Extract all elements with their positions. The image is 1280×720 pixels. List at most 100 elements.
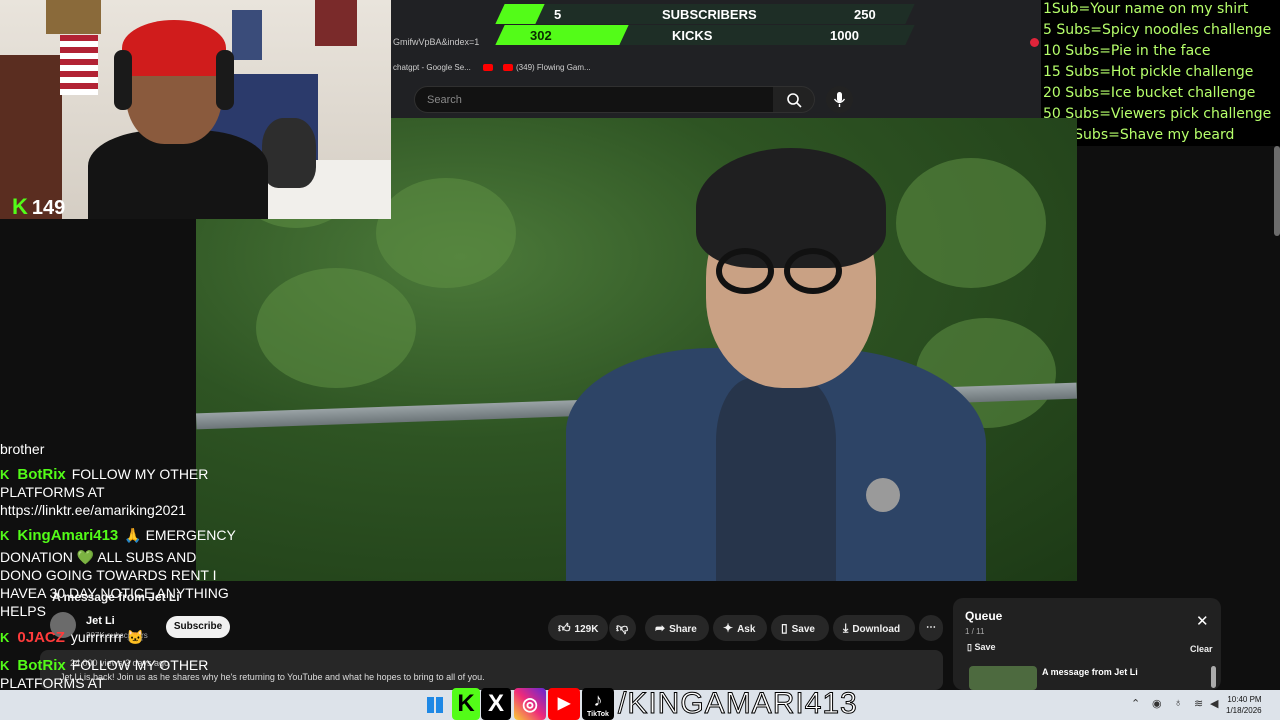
more-icon: ⋯ — [926, 622, 936, 633]
chat-overlay: brother K BotRix FOLLOW MY OTHER PLATFORMS A… — [0, 440, 270, 709]
close-icon[interactable]: ✕ — [1196, 612, 1209, 630]
queue-clear-button[interactable]: Clear — [1190, 644, 1213, 654]
subscribers-label: SUBSCRIBERS — [662, 7, 757, 22]
stream-goals: 5 SUBSCRIBERS 250 302 KICKS 1000 — [495, 2, 915, 46]
wifi-icon[interactable]: ≋ — [1194, 697, 1203, 710]
chat-message-line: K BotRix FOLLOW MY OTHER — [0, 465, 208, 484]
chat-message-line: brother — [0, 440, 44, 458]
chat-text: HAVEA 30 DAY NOTICE ANYTHING — [0, 585, 229, 601]
bookmark-icon: ▯ — [781, 621, 788, 635]
hair — [696, 148, 886, 268]
sub-goal-line: 10 Subs=Pie in the face — [1043, 43, 1211, 59]
sparkle-icon: ✦ — [723, 621, 734, 635]
chat-username[interactable]: KingAmari413 — [17, 527, 118, 544]
chat-message-line: DONATION 💚 ALL SUBS AND — [0, 548, 196, 566]
recording-indicator-icon — [1030, 38, 1039, 47]
chat-message-line: K BotRix FOLLOW MY OTHER — [0, 656, 208, 675]
sub-goal-line: 20 Subs=Ice bucket challenge — [1043, 85, 1256, 101]
youtube-icon: ▶ — [548, 688, 580, 720]
chat-text: PLATFORMS AT — [0, 484, 105, 500]
queue-scrollbar[interactable] — [1211, 666, 1216, 688]
chat-message-line: DONO GOING TOWARDS RENT I — [0, 566, 217, 584]
page-scrollbar[interactable] — [1274, 146, 1280, 236]
kick-icon: K — [12, 194, 28, 219]
microphone-icon[interactable]: ♁ — [1174, 697, 1182, 709]
youtube-icon — [503, 64, 513, 72]
viewer-count-value: 149 — [31, 197, 66, 219]
dislike-button[interactable]: 👎︎ — [609, 615, 636, 641]
chat-text: https://linktr.ee/amariking2021 — [0, 502, 186, 518]
chat-text: brother — [0, 441, 45, 457]
x-icon: X — [481, 688, 511, 720]
kicks-goal-fill — [495, 25, 629, 45]
thumbs-down-icon: 👎︎ — [616, 621, 629, 635]
address-bar-fragment[interactable]: GmifwVpBA&index=1 — [393, 37, 479, 47]
chat-text: HELPS — [0, 603, 46, 619]
chat-text: yurrrrrrrr 🐱 — [70, 629, 145, 645]
chat-message-line: PLATFORMS AT — [0, 483, 105, 501]
chat-text: DONO GOING TOWARDS RENT I — [0, 567, 217, 583]
kick-icon: K — [452, 688, 480, 720]
search-button[interactable] — [773, 86, 815, 113]
chat-message-line: HAVEA 30 DAY NOTICE ANYTHING — [0, 584, 229, 602]
chat-text: FOLLOW MY OTHER — [71, 657, 209, 673]
tiktok-label: TikTok — [587, 711, 609, 718]
system-clock[interactable]: 10:40 PM 1/18/2026 — [1226, 694, 1262, 716]
chat-text: DONATION 💚 ALL SUBS AND — [0, 549, 197, 565]
chat-username[interactable]: BotRix — [17, 466, 65, 483]
lapel-mic — [866, 478, 900, 512]
more-actions-button[interactable]: ⋯ — [919, 615, 943, 641]
share-label: Share — [669, 624, 697, 635]
subscribers-goal-fill — [495, 4, 545, 24]
tiktok-icon: ♪ TikTok — [582, 688, 614, 720]
sub-goal-line: 1Sub=Your name on my shirt — [1043, 1, 1249, 17]
chat-username[interactable]: BotRix — [17, 657, 65, 674]
sub-goal-line: 5 Subs=Spicy noodles challenge — [1043, 22, 1272, 38]
chevron-up-icon[interactable]: ⌃ — [1131, 697, 1140, 710]
chat-text: FOLLOW MY OTHER — [71, 466, 209, 482]
speaker-figure — [566, 148, 986, 581]
instagram-icon: ◎ — [514, 688, 546, 720]
kicks-current: 302 — [530, 28, 552, 43]
search-input[interactable]: Search — [414, 86, 774, 113]
microphone-icon — [833, 92, 846, 107]
bookmark-label: (349) Flowing Gam... — [516, 63, 591, 72]
search-placeholder: Search — [427, 94, 462, 106]
poster — [315, 0, 357, 46]
queue-item-thumbnail[interactable] — [969, 666, 1037, 690]
headset-right — [216, 50, 234, 110]
bookmark-flowing[interactable]: (349) Flowing Gam... — [503, 63, 591, 72]
screen: 5 SUBSCRIBERS 250 302 KICKS 1000 GmifwVp… — [0, 0, 1280, 720]
tshirt — [716, 378, 836, 581]
network-icon[interactable]: ◉ — [1152, 697, 1162, 710]
foliage — [376, 178, 516, 288]
like-count: 129K — [574, 624, 599, 635]
download-button[interactable]: ⤓ Download — [833, 615, 915, 641]
chat-username[interactable]: 0JACZ — [17, 629, 65, 646]
queue-item-title[interactable]: A message from Jet Li — [1042, 667, 1138, 677]
queue-panel: Queue 1 / 11 ✕ ▯ Save Clear A message fr… — [953, 598, 1221, 690]
chat-message-line: K 0JACZ yurrrrrrrr 🐱 — [0, 628, 144, 647]
clock-date: 1/18/2026 — [1226, 706, 1262, 715]
chat-text: PLATFORMS AT — [0, 675, 105, 691]
subscribers-target: 250 — [854, 7, 876, 22]
windows-start-icon[interactable] — [427, 697, 443, 713]
kick-badge-icon: K — [0, 467, 10, 482]
bookmark-chatgpt[interactable]: chatgpt - Google Se... — [393, 63, 471, 72]
streamer-handle: /KINGAMARI413 — [618, 687, 858, 720]
foliage — [256, 268, 416, 388]
ask-button[interactable]: ✦ Ask — [713, 615, 767, 641]
headset-left — [114, 50, 132, 110]
voice-search-button[interactable] — [826, 86, 853, 113]
share-button[interactable]: ➦ Share — [645, 615, 709, 641]
chat-message-line: HELPS — [0, 602, 46, 620]
ask-label: Ask — [737, 624, 756, 635]
queue-save-button[interactable]: ▯ Save — [967, 642, 995, 653]
bookmark-label: chatgpt - Google Se... — [393, 63, 471, 72]
save-button[interactable]: ▯ Save — [771, 615, 829, 641]
thumbs-up-icon: 👍︎ — [558, 621, 571, 635]
queue-save-label: Save — [974, 642, 996, 652]
sub-goal-line: 15 Subs=Hot pickle challenge — [1043, 64, 1254, 80]
like-button[interactable]: 👍︎ 129K — [548, 615, 608, 641]
volume-icon[interactable]: ◀ — [1210, 697, 1218, 710]
